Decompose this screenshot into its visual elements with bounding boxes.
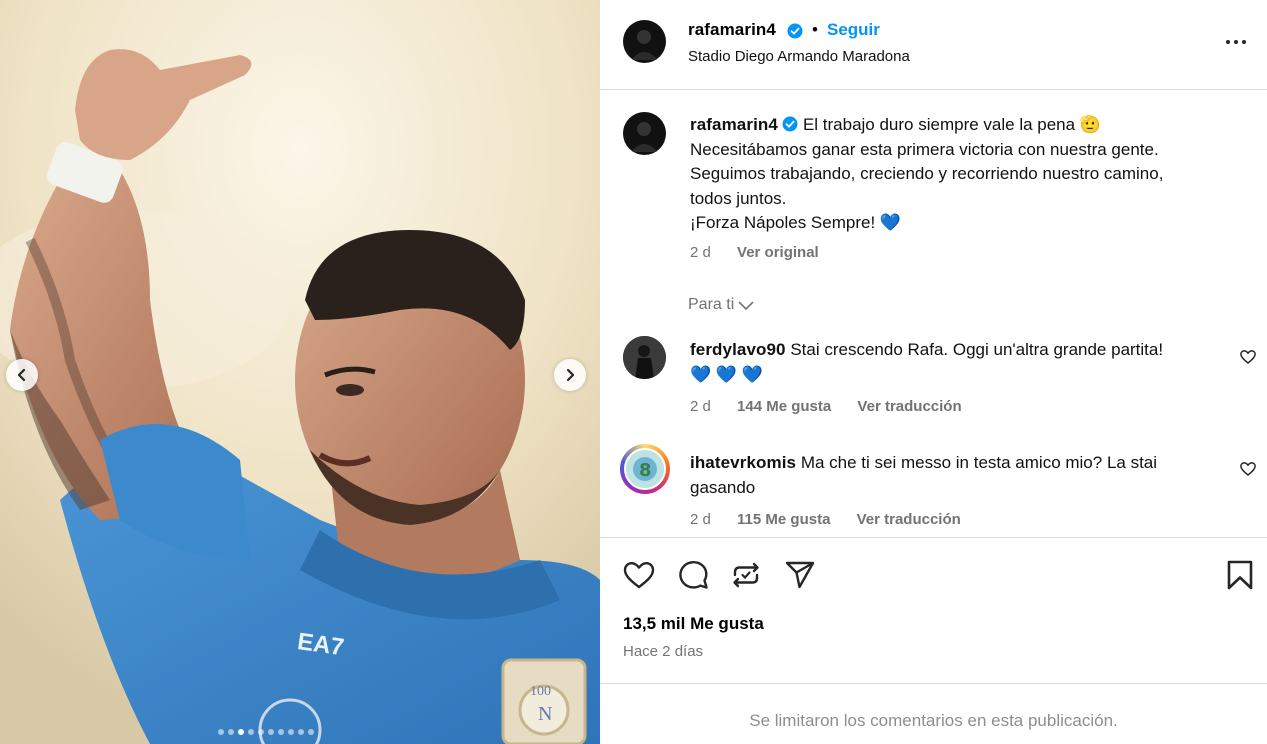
repost-icon[interactable] xyxy=(729,558,763,592)
post-panel: rafamarin4 • Seguir Stadio Diego Armando… xyxy=(600,0,1267,744)
carousel-dot xyxy=(238,729,244,735)
carousel-dot xyxy=(298,729,304,735)
action-bar: 13,5 mil Me gusta Hace 2 días xyxy=(600,537,1267,683)
comment-time: 2 d xyxy=(690,511,711,528)
post-image[interactable]: 100 N EA7 xyxy=(0,0,600,744)
comments-limited-notice: Se limitaron los comentarios en esta pub… xyxy=(600,683,1267,744)
comment-username[interactable]: ferdylavo90 xyxy=(690,340,786,359)
post-timestamp[interactable]: Hace 2 días xyxy=(623,643,703,660)
svg-text:8: 8 xyxy=(639,460,652,481)
comment-like-count[interactable]: 144 Me gusta xyxy=(737,398,831,415)
caption-line: ¡Forza Nápoles Sempre! 💙 xyxy=(690,213,902,232)
comment-like-heart-icon[interactable] xyxy=(1239,460,1257,478)
comment-username[interactable]: ihatevrkomis xyxy=(690,453,796,472)
caption-line: Necesitábamos ganar esta primera victori… xyxy=(690,139,1159,159)
post-like-count[interactable]: 13,5 mil Me gusta xyxy=(623,614,764,634)
comment-like-count[interactable]: 115 Me gusta xyxy=(737,511,830,528)
comment-filter-label: Para ti xyxy=(688,296,735,313)
comment-meta: 2 d 115 Me gusta Ver traducción xyxy=(690,511,961,528)
chevron-left-icon xyxy=(17,368,26,382)
caption-line: todos juntos. xyxy=(690,188,787,208)
carousel-dot xyxy=(218,729,224,735)
carousel-dot xyxy=(278,729,284,735)
comment-avatar[interactable] xyxy=(623,336,666,379)
comment-text: ferdylavo90 Stai crescendo Rafa. Oggi un… xyxy=(690,337,1230,387)
post-caption: rafamarin4 El trabajo duro siempre vale l… xyxy=(690,113,1230,236)
svg-text:100: 100 xyxy=(530,684,551,699)
carousel-indicator xyxy=(218,729,314,735)
caption-meta: 2 d Ver original xyxy=(690,244,819,261)
carousel-dot xyxy=(308,729,314,735)
carousel-dot xyxy=(248,729,254,735)
comment-body-line2: gasando xyxy=(690,478,756,497)
share-send-icon[interactable] xyxy=(783,558,817,592)
comments-section[interactable]: rafamarin4 El trabajo duro siempre vale l… xyxy=(600,91,1267,537)
chevron-down-icon xyxy=(738,301,754,311)
carousel-dot xyxy=(228,729,234,735)
comment-text: ihatevrkomis Ma che ti sei messo in test… xyxy=(690,450,1210,500)
translate-link[interactable]: Ver traducción xyxy=(857,398,961,415)
see-original-link[interactable]: Ver original xyxy=(737,244,819,261)
like-heart-icon[interactable] xyxy=(622,558,656,592)
comment-filter-dropdown[interactable]: Para ti xyxy=(688,296,754,314)
caption-time: 2 d xyxy=(690,244,711,261)
comment-time: 2 d xyxy=(690,398,711,415)
author-avatar[interactable] xyxy=(623,20,666,63)
comment-body-line2: 💙 💙 💙 xyxy=(690,365,763,384)
comment-body: Ma che ti sei messo in testa amico mio? … xyxy=(800,453,1158,472)
caption-username[interactable]: rafamarin4 xyxy=(690,115,778,134)
chevron-right-icon xyxy=(566,368,575,382)
comment-body: Stai crescendo Rafa. Oggi un'altra grand… xyxy=(790,340,1164,359)
translate-link[interactable]: Ver traducción xyxy=(857,511,961,528)
verified-badge-icon xyxy=(787,23,803,39)
caption-line: Seguimos trabajando, creciendo y recorri… xyxy=(690,164,1164,183)
more-horizontal-icon[interactable] xyxy=(1224,32,1248,52)
carousel-dot xyxy=(288,729,294,735)
comment-like-heart-icon[interactable] xyxy=(1239,348,1257,366)
separator-dot: • xyxy=(812,20,818,39)
comment-avatar[interactable]: 8 xyxy=(624,448,666,490)
next-slide-button[interactable] xyxy=(554,359,586,391)
comment-bubble-icon[interactable] xyxy=(676,558,710,592)
player-photo: 100 N EA7 xyxy=(0,0,600,744)
save-bookmark-icon[interactable] xyxy=(1223,558,1257,592)
caption-line: El trabajo duro siempre vale la pena 🫡 xyxy=(802,115,1101,134)
author-username[interactable]: rafamarin4 xyxy=(688,20,776,40)
location-link[interactable]: Stadio Diego Armando Maradona xyxy=(688,48,910,65)
caption-avatar[interactable] xyxy=(623,112,666,155)
previous-slide-button[interactable] xyxy=(6,359,38,391)
comment-meta: 2 d 144 Me gusta Ver traducción xyxy=(690,398,962,415)
post-header: rafamarin4 • Seguir Stadio Diego Armando… xyxy=(600,0,1267,90)
carousel-dot xyxy=(268,729,274,735)
carousel-dot xyxy=(258,729,264,735)
follow-button[interactable]: Seguir xyxy=(827,20,880,40)
svg-text:N: N xyxy=(538,703,552,725)
verified-badge-icon xyxy=(782,116,798,132)
